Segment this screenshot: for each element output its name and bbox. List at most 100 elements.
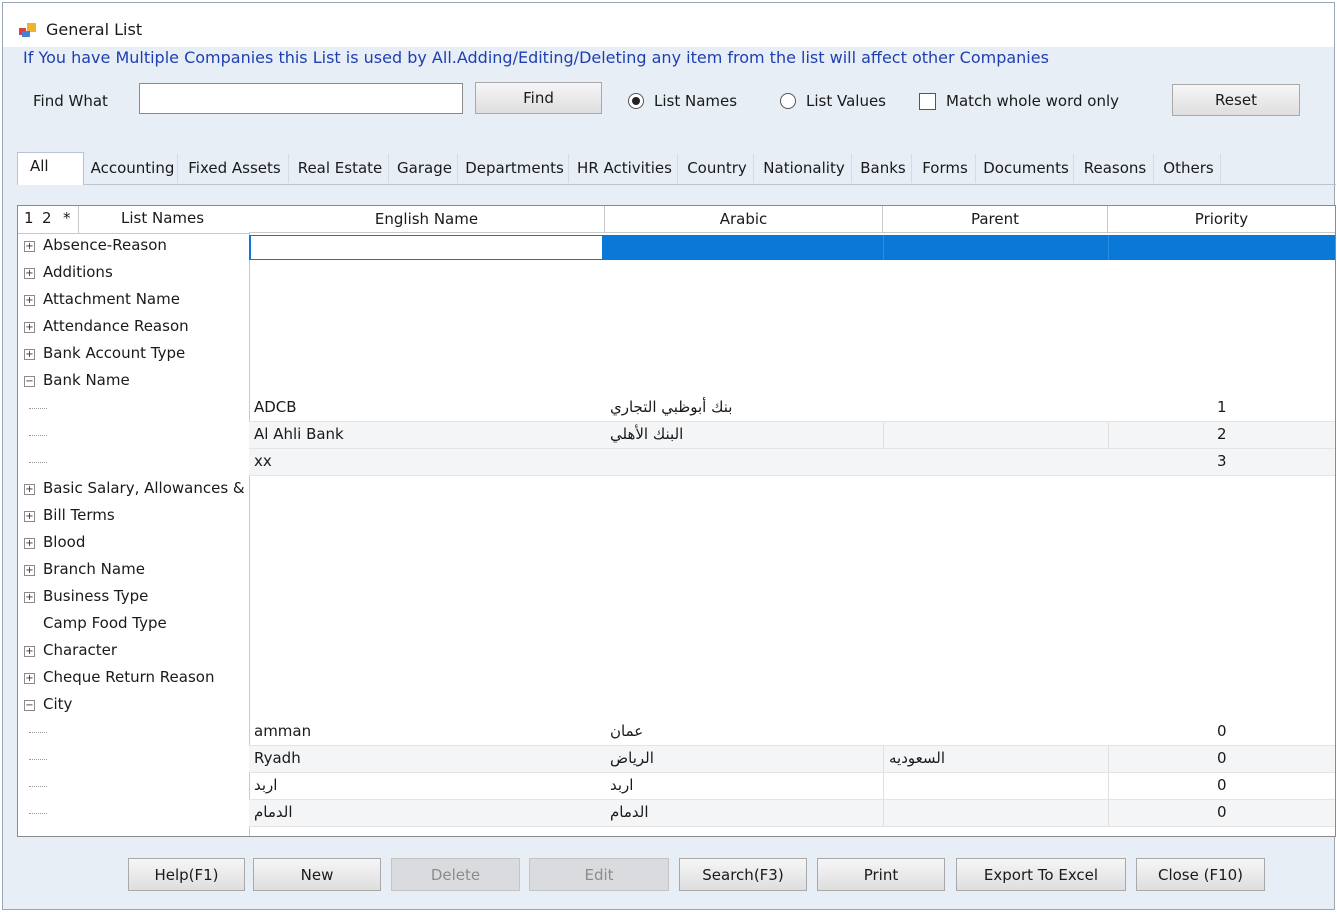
tab-fixed-assets[interactable]: Fixed Assets <box>181 154 289 183</box>
cell-arabic[interactable]: عمان <box>610 722 643 740</box>
table-row[interactable] <box>249 422 1335 449</box>
tree-node-camp-food-type[interactable]: Camp Food Type <box>18 611 249 638</box>
collapse-icon[interactable]: − <box>24 376 35 387</box>
print-button[interactable]: Print <box>817 858 945 891</box>
table-row[interactable] <box>249 395 1335 422</box>
close-button[interactable]: Close (F10) <box>1136 858 1265 891</box>
cell-arabic[interactable]: الدمام <box>610 803 649 821</box>
tree-node-character[interactable]: + Character <box>18 638 249 665</box>
expand-icon[interactable]: + <box>24 268 35 279</box>
tree-header: 1 2 * List Names <box>18 206 249 234</box>
tree-node-attendance-reason[interactable]: + Attendance Reason <box>18 314 249 341</box>
cell-english-name[interactable]: الدمام <box>254 803 293 821</box>
expand-icon[interactable]: + <box>24 592 35 603</box>
column-header-arabic[interactable]: Arabic <box>605 206 883 233</box>
cell-english-name[interactable]: Ryadh <box>254 749 301 767</box>
tree-node-basic-salary[interactable]: + Basic Salary, Allowances & <box>18 476 249 503</box>
tab-hr-activities[interactable]: HR Activities <box>572 154 678 183</box>
tab-real-estate[interactable]: Real Estate <box>292 154 389 183</box>
expand-icon[interactable]: + <box>24 322 35 333</box>
cell-priority[interactable]: 3 <box>1217 452 1227 470</box>
cell-english-name[interactable]: amman <box>254 722 311 740</box>
column-header-english-name[interactable]: English Name <box>249 206 605 233</box>
new-button[interactable]: New <box>253 858 381 891</box>
expand-icon[interactable]: + <box>24 484 35 495</box>
delete-button[interactable]: Delete <box>391 858 520 891</box>
table-row[interactable] <box>249 773 1335 800</box>
list-values-grid: English Name Arabic Parent Priority ADCB… <box>249 206 1335 836</box>
tree-node-city[interactable]: − City <box>18 692 249 719</box>
tab-documents[interactable]: Documents <box>979 154 1074 183</box>
tree-node-absence-reason[interactable]: + Absence-Reason <box>18 233 249 260</box>
tab-forms[interactable]: Forms <box>915 154 976 183</box>
tree-node-bill-terms[interactable]: + Bill Terms <box>18 503 249 530</box>
expand-icon[interactable]: + <box>24 511 35 522</box>
cell-english-name[interactable]: ADCB <box>254 398 297 416</box>
cell-priority[interactable]: 1 <box>1217 398 1227 416</box>
table-row[interactable] <box>249 746 1335 773</box>
tab-nationality[interactable]: Nationality <box>757 154 852 183</box>
search-button[interactable]: Search(F3) <box>679 858 807 891</box>
match-whole-word-label[interactable]: Match whole word only <box>946 92 1119 110</box>
list-values-radio-label[interactable]: List Values <box>806 92 886 110</box>
tree-level-1-button[interactable]: 1 <box>24 209 34 227</box>
help-button[interactable]: Help(F1) <box>128 858 245 891</box>
cell-parent[interactable]: السعوديه <box>889 749 945 767</box>
tree-node-business-type[interactable]: + Business Type <box>18 584 249 611</box>
tab-departments[interactable]: Departments <box>461 154 569 183</box>
app-icon <box>19 23 36 37</box>
cell-english-name[interactable]: xx <box>254 452 272 470</box>
tab-country[interactable]: Country <box>681 154 754 183</box>
tree-connector <box>29 435 47 436</box>
column-header-parent[interactable]: Parent <box>883 206 1108 233</box>
cell-arabic[interactable]: اربد <box>610 776 633 794</box>
reset-button[interactable]: Reset <box>1172 84 1300 116</box>
edit-button[interactable]: Edit <box>529 858 669 891</box>
expand-icon[interactable]: + <box>24 646 35 657</box>
expand-icon[interactable]: + <box>24 295 35 306</box>
list-values-radio[interactable] <box>780 93 796 109</box>
tree-node-additions[interactable]: + Additions <box>18 260 249 287</box>
tab-garage[interactable]: Garage <box>392 154 458 183</box>
expand-icon[interactable]: + <box>24 538 35 549</box>
expand-icon[interactable]: + <box>24 349 35 360</box>
tree-node-bank-account-type[interactable]: + Bank Account Type <box>18 341 249 368</box>
new-english-name-input[interactable] <box>250 235 603 260</box>
cell-priority[interactable]: 0 <box>1217 776 1227 794</box>
expand-icon[interactable]: + <box>24 565 35 576</box>
list-names-radio[interactable] <box>628 93 644 109</box>
tree-node-attachment-name[interactable]: + Attachment Name <box>18 287 249 314</box>
cell-arabic[interactable]: البنك الأهلي <box>610 425 683 443</box>
tree-node-blood[interactable]: + Blood <box>18 530 249 557</box>
export-to-excel-button[interactable]: Export To Excel <box>956 858 1126 891</box>
tree-node-branch-name[interactable]: + Branch Name <box>18 557 249 584</box>
tab-others[interactable]: Others <box>1157 154 1221 183</box>
tree-expand-all-button[interactable]: * <box>63 209 71 227</box>
cell-priority[interactable]: 0 <box>1217 803 1227 821</box>
find-what-input[interactable] <box>139 83 463 114</box>
list-names-radio-label[interactable]: List Names <box>654 92 737 110</box>
table-row[interactable] <box>249 719 1335 746</box>
cell-english-name[interactable]: اربد <box>254 776 277 794</box>
expand-icon[interactable]: + <box>24 241 35 252</box>
cell-arabic[interactable]: الرياض <box>610 749 654 767</box>
tree-node-cheque-return-reason[interactable]: + Cheque Return Reason <box>18 665 249 692</box>
find-button[interactable]: Find <box>475 82 602 114</box>
table-row[interactable] <box>249 800 1335 827</box>
tab-accounting[interactable]: Accounting <box>88 154 178 183</box>
tree-node-bank-name[interactable]: − Bank Name <box>18 368 249 395</box>
tree-level-2-button[interactable]: 2 <box>42 209 52 227</box>
match-whole-word-checkbox[interactable] <box>919 93 936 110</box>
tab-banks[interactable]: Banks <box>855 154 912 183</box>
tab-reasons[interactable]: Reasons <box>1077 154 1154 183</box>
cell-english-name[interactable]: Al Ahli Bank <box>254 425 344 443</box>
collapse-icon[interactable]: − <box>24 700 35 711</box>
table-row[interactable] <box>249 449 1335 476</box>
cell-priority[interactable]: 0 <box>1217 722 1227 740</box>
cell-priority[interactable]: 2 <box>1217 425 1227 443</box>
cell-priority[interactable]: 0 <box>1217 749 1227 767</box>
cell-arabic[interactable]: بنك أبوظبي التجاري <box>610 398 732 416</box>
expand-icon[interactable]: + <box>24 673 35 684</box>
tab-all[interactable]: All <box>17 152 84 185</box>
column-header-priority[interactable]: Priority <box>1108 206 1335 233</box>
